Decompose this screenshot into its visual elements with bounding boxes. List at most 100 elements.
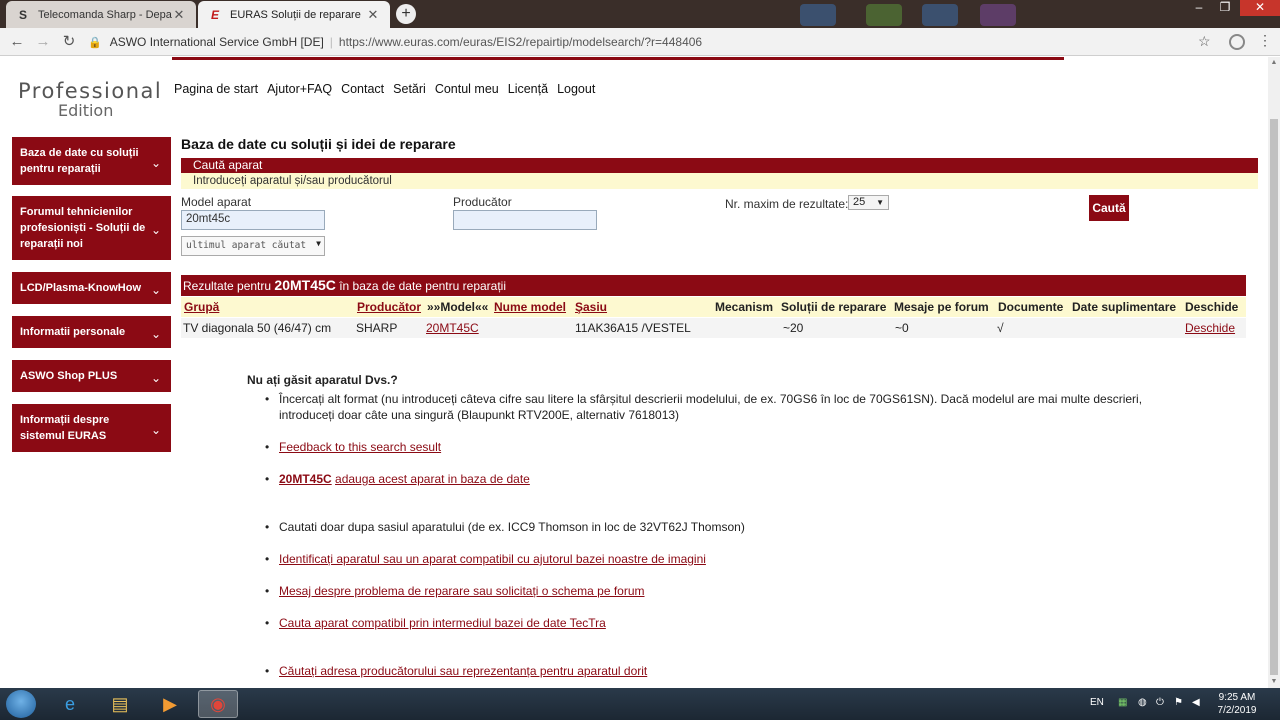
internet-explorer-icon[interactable]: e <box>50 690 90 718</box>
url-separator: | <box>329 35 333 49</box>
not-found-help: Nu ați găsit aparatul Dvs.? Încercați al… <box>247 373 1187 679</box>
address-link[interactable]: Căutați adresa producătorului sau reprez… <box>279 664 647 678</box>
close-tab-icon[interactable]: ✕ <box>366 7 380 23</box>
identify-link[interactable]: Identificați aparatul sau un aparat comp… <box>279 552 706 566</box>
sidebar-item-euras-info[interactable]: Informații despre sistemul EURAS ⌄ <box>12 404 171 452</box>
minimize-icon[interactable]: – <box>1186 0 1212 16</box>
tab-title: Telecomanda Sharp - Depanari R <box>38 8 172 21</box>
address-item: Căutați adresa producătorului sau reprez… <box>265 663 1189 679</box>
address-bar: ← → ↻ 🔒 ASWO International Service GmbH … <box>0 28 1280 56</box>
new-tab-button[interactable]: + <box>396 4 416 24</box>
nav-logout[interactable]: Logout <box>557 82 595 96</box>
nav-help-faq[interactable]: Ajutor+FAQ <box>267 82 332 96</box>
close-window-icon[interactable]: ✕ <box>1240 0 1280 16</box>
model-label: Model aparat <box>181 195 252 209</box>
site-favicon-icon: S <box>18 7 27 22</box>
scrollbar-thumb[interactable] <box>1270 119 1278 675</box>
col-model-name[interactable]: Nume model <box>494 300 566 314</box>
col-model[interactable]: »»Model«« <box>427 300 488 314</box>
site-identity: ASWO International Service GmbH [DE] <box>109 35 324 49</box>
tray-app-icon[interactable]: ▦ <box>1118 697 1127 708</box>
browser-tab-bar: S Telecomanda Sharp - Depanari R ✕ E EUR… <box>0 0 1280 28</box>
page-scrollbar[interactable]: ▲ ▼ <box>1268 57 1280 688</box>
last-device-select[interactable]: ultimul aparat căutat ▼ <box>181 236 325 256</box>
nav-contact[interactable]: Contact <box>341 82 384 96</box>
col-group[interactable]: Grupă <box>184 300 219 314</box>
profile-avatar-icon[interactable] <box>1229 34 1245 50</box>
sidebar-item-label: Baza de date cu soluții pentru reparații <box>20 147 139 175</box>
col-chassis[interactable]: Şasiu <box>575 300 607 314</box>
col-solutions: Soluții de reparare <box>781 300 887 314</box>
close-tab-icon[interactable]: ✕ <box>172 7 186 23</box>
chevron-down-icon: ⌄ <box>150 223 161 237</box>
nav-settings[interactable]: Setări <box>393 82 426 96</box>
bookmark-star-icon[interactable]: ☆ <box>1198 33 1211 50</box>
scroll-down-icon[interactable]: ▼ <box>1268 676 1280 688</box>
sidebar-item-repair-database[interactable]: Baza de date cu soluții pentru reparații… <box>12 137 171 185</box>
add-device-link[interactable]: adauga acest aparat in baza de date <box>335 472 530 486</box>
language-indicator[interactable]: EN <box>1090 697 1104 708</box>
results-suffix: în baza de date pentru reparații <box>339 279 506 293</box>
col-forum: Mesaje pe forum <box>894 300 989 314</box>
scroll-up-icon[interactable]: ▲ <box>1268 57 1280 69</box>
start-button[interactable] <box>6 690 36 718</box>
col-open: Deschide <box>1185 300 1239 314</box>
sidebar-item-personal-info[interactable]: Informatii personale ⌄ <box>12 316 171 348</box>
add-device-item: 20MT45C adauga acest aparat in baza de d… <box>265 471 1189 487</box>
sidebar-item-label: ASWO Shop PLUS <box>20 370 118 382</box>
flag-icon[interactable]: ⚑ <box>1174 697 1183 708</box>
tectra-link[interactable]: Cauta aparat compatibil prin intermediul… <box>279 616 606 630</box>
chrome-icon[interactable]: ◉ <box>198 690 238 718</box>
power-icon[interactable]: ⏻ <box>1156 697 1164 708</box>
feedback-link[interactable]: Feedback to this search sesult <box>279 440 441 454</box>
page-title: Baza de date cu soluții și idei de repar… <box>181 136 456 152</box>
windows-taskbar: e ▤ ▶ ◉ EN ▦ ◍ ⏻ ⚑ ◀ 9:25 AM 7/2/2019 <box>0 688 1280 720</box>
cell-forum: ~0 <box>895 321 909 335</box>
cell-manufacturer: SHARP <box>356 321 398 335</box>
add-device-model[interactable]: 20MT45C <box>279 472 332 486</box>
tab-euras[interactable]: E EURAS Soluții de reparare ✕ <box>198 1 390 28</box>
chevron-down-icon: ⌄ <box>150 156 161 170</box>
cell-model-link[interactable]: 20MT45C <box>426 321 479 335</box>
background-icon <box>922 4 958 26</box>
tip-format: Încercați alt format (nu introduceți cât… <box>265 391 1189 423</box>
cell-chassis: 11AK36A15 /VESTEL <box>575 321 691 335</box>
model-input[interactable]: 20mt45c <box>181 210 325 230</box>
media-player-icon[interactable]: ▶ <box>150 690 190 718</box>
chevron-down-icon: ⌄ <box>150 283 161 297</box>
search-button[interactable]: Caută <box>1089 195 1129 221</box>
lock-icon: 🔒 <box>88 36 102 49</box>
back-arrow-icon[interactable]: ← <box>8 33 26 51</box>
brand-logo: Professional Edition <box>18 79 163 120</box>
file-explorer-icon[interactable]: ▤ <box>100 690 140 718</box>
background-icon <box>866 4 902 26</box>
system-clock[interactable]: 9:25 AM 7/2/2019 <box>1210 691 1264 717</box>
sidebar-item-aswo-shop[interactable]: ASWO Shop PLUS ⌄ <box>12 360 171 392</box>
col-manufacturer[interactable]: Producător <box>357 300 421 314</box>
sidebar-item-forum[interactable]: Forumul tehnicienilor profesioniști - So… <box>12 196 171 260</box>
url-omnibox[interactable]: 🔒 ASWO International Service GmbH [DE] |… <box>88 32 1198 52</box>
top-navigation: Pagina de start Ajutor+FAQ Contact Setăr… <box>174 82 595 96</box>
dropdown-arrow-icon: ▼ <box>876 198 884 207</box>
max-results-value: 25 <box>853 196 866 208</box>
reload-icon[interactable]: ↻ <box>60 33 78 51</box>
manufacturer-input[interactable] <box>453 210 597 230</box>
menu-kebab-icon[interactable]: ⋮ <box>1258 32 1272 49</box>
maximize-icon[interactable]: ❐ <box>1212 0 1238 16</box>
tab-telecomanda[interactable]: S Telecomanda Sharp - Depanari R ✕ <box>6 1 196 28</box>
volume-icon[interactable]: ◀ <box>1192 697 1200 708</box>
forward-arrow-icon[interactable]: → <box>34 33 52 51</box>
table-row[interactable]: TV diagonala 50 (46/47) cm SHARP 20MT45C… <box>181 318 1246 338</box>
max-results-select[interactable]: 25 ▼ <box>848 195 889 210</box>
nav-license[interactable]: Licență <box>508 82 548 96</box>
nav-home[interactable]: Pagina de start <box>174 82 258 96</box>
col-mechanism: Mecanism <box>715 300 774 314</box>
nav-my-account[interactable]: Contul meu <box>435 82 499 96</box>
background-icon <box>980 4 1016 26</box>
open-link[interactable]: Deschide <box>1185 321 1235 335</box>
sidebar-item-lcd-plasma[interactable]: LCD/Plasma-KnowHow ⌄ <box>12 272 171 304</box>
forum-link[interactable]: Mesaj despre problema de reparare sau so… <box>279 584 645 598</box>
url-text: https://www.euras.com/euras/EIS2/repairt… <box>338 35 703 49</box>
brand-professional: Professional <box>18 79 163 103</box>
network-icon[interactable]: ◍ <box>1138 697 1147 708</box>
